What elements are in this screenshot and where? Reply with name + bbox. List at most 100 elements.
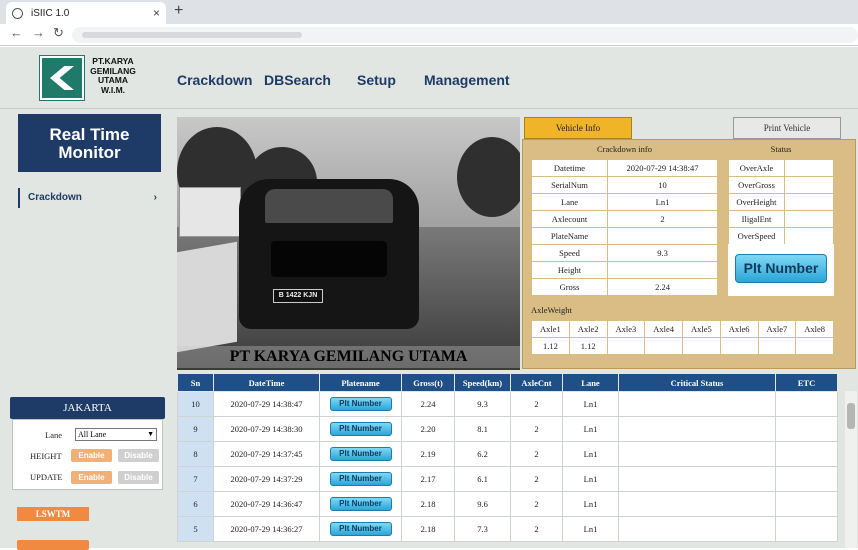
plate-number-button[interactable]: Plt Number (735, 254, 827, 283)
axle-header: Axle8 (795, 320, 834, 338)
info-value: 2020-07-29 14:38:47 (607, 159, 718, 177)
table-row[interactable]: 6 2020-07-29 14:36:47 Plt Number 2.18 9.6 2 Ln… (177, 491, 838, 517)
cell-axlecnt: 2 (510, 416, 563, 442)
cell-sn: 6 (177, 491, 214, 517)
info-value: 9.3 (607, 244, 718, 262)
crackdown-info-row: Lane Ln1 (531, 193, 718, 211)
tab-print-vehicle[interactable]: Print Vehicle (733, 117, 841, 139)
info-key: PlateName (531, 227, 608, 245)
cell-sn: 9 (177, 416, 214, 442)
url-input[interactable] (72, 27, 858, 43)
lane-label: Lane (45, 430, 62, 440)
cell-axlecnt: 2 (510, 391, 563, 417)
url-text-redacted (82, 32, 302, 38)
lswtm-button[interactable]: LSWTM (17, 507, 89, 521)
axle-header: Axle5 (682, 320, 721, 338)
table-row[interactable]: 10 2020-07-29 14:38:47 Plt Number 2.24 9.3 2 L… (177, 391, 838, 417)
cell-axlecnt: 2 (510, 516, 563, 542)
site-header: JAKARTA (10, 397, 165, 419)
crackdown-info-row: Speed 9.3 (531, 244, 718, 262)
scrollbar-thumb[interactable] (847, 403, 855, 429)
close-tab-icon[interactable]: × (153, 6, 160, 20)
nav-dbsearch[interactable]: DBSearch (264, 72, 331, 88)
cell-gross: 2.17 (401, 466, 455, 492)
crackdown-info-row: Axlecount 2 (531, 210, 718, 228)
cell-speed: 6.1 (454, 466, 511, 492)
cell-sn: 10 (177, 391, 214, 417)
new-tab-icon[interactable]: + (174, 2, 183, 20)
cell-speed: 9.6 (454, 491, 511, 517)
reload-icon[interactable]: ↻ (53, 25, 64, 41)
table-row[interactable]: 8 2020-07-29 14:37:45 Plt Number 2.19 6.2 2 Ln… (177, 441, 838, 467)
sidebar-item-crackdown[interactable]: Crackdown › (18, 188, 161, 208)
status-row: OverAxle (728, 159, 834, 177)
cell-platename: Plt Number (319, 516, 402, 542)
nav-crackdown[interactable]: Crackdown (177, 72, 252, 88)
crackdown-info-row: Gross 2.24 (531, 278, 718, 296)
back-icon[interactable]: ← (10, 25, 23, 40)
plate-number-button[interactable]: Plt Number (329, 422, 392, 436)
height-enable-button[interactable]: Enable (71, 449, 112, 462)
info-value (607, 227, 718, 245)
column-header: Gross(t) (401, 373, 455, 392)
axle-header: Axle1 (531, 320, 570, 338)
cell-lane: Ln1 (562, 466, 619, 492)
plate-number-button[interactable]: Plt Number (329, 522, 392, 536)
table-row[interactable]: 7 2020-07-29 14:37:29 Plt Number 2.17 6.1 2 Ln… (177, 466, 838, 492)
cell-datetime: 2020-07-29 14:37:29 (213, 466, 320, 492)
table-row[interactable]: 5 2020-07-29 14:36:27 Plt Number 2.18 7.3 2 Ln… (177, 516, 838, 542)
crackdown-info-row: Datetime 2020-07-29 14:38:47 (531, 159, 718, 177)
cell-critical-status (618, 441, 776, 467)
cell-sn: 7 (177, 466, 214, 492)
browser-tab[interactable]: iSIIC 1.0 × (6, 2, 166, 24)
cell-lane: Ln1 (562, 416, 619, 442)
cell-lane: Ln1 (562, 391, 619, 417)
chevron-right-icon: › (153, 192, 157, 203)
update-enable-button[interactable]: Enable (71, 471, 112, 484)
cell-axlecnt: 2 (510, 466, 563, 492)
axle-value (682, 337, 721, 355)
column-header: Critical Status (618, 373, 776, 392)
table-row[interactable]: 9 2020-07-29 14:38:30 Plt Number 2.20 8.1 2 Ln… (177, 416, 838, 442)
axle-value (757, 337, 797, 355)
status-value (784, 193, 834, 211)
cell-sn: 8 (177, 441, 214, 467)
tab-vehicle-info[interactable]: Vehicle Info (524, 117, 632, 139)
nav-management[interactable]: Management (424, 72, 510, 88)
cell-speed: 8.1 (454, 416, 511, 442)
column-header: AxleCnt (510, 373, 563, 392)
cell-etc (775, 441, 838, 467)
cell-axlecnt: 2 (510, 491, 563, 517)
height-disable-button[interactable]: Disable (118, 449, 159, 462)
cell-etc (775, 516, 838, 542)
plate-number-button[interactable]: Plt Number (329, 497, 392, 511)
vehicle-camera-image: B 1422 KJN (177, 117, 520, 370)
logout-button[interactable] (17, 540, 89, 550)
plate-number-button[interactable]: Plt Number (329, 472, 392, 486)
tab-title: iSIIC 1.0 (31, 7, 70, 19)
forward-icon[interactable]: → (32, 25, 45, 40)
cell-gross: 2.18 (401, 491, 455, 517)
cell-datetime: 2020-07-29 14:37:45 (213, 441, 320, 467)
nav-setup[interactable]: Setup (357, 72, 396, 88)
cell-lane: Ln1 (562, 516, 619, 542)
axle-value: 1.12 (568, 337, 608, 355)
update-disable-button[interactable]: Disable (118, 471, 159, 484)
cell-critical-status (618, 391, 776, 417)
axle-value: 1.12 (531, 337, 570, 355)
info-value: 2.24 (607, 278, 718, 296)
lane-select[interactable]: All Lane ▼ (75, 428, 157, 441)
plate-number-button[interactable]: Plt Number (329, 447, 392, 461)
company-line: W.I.M. (100, 84, 126, 95)
axle-weight-title: AxleWeight (531, 305, 572, 315)
axle-header: Axle3 (606, 320, 646, 338)
column-header: Platename (319, 373, 402, 392)
cell-lane: Ln1 (562, 441, 619, 467)
info-key: Axlecount (531, 210, 608, 228)
status-row: OverSpeed (728, 227, 834, 245)
axle-header: Axle4 (644, 320, 683, 338)
plate-number-button[interactable]: Plt Number (329, 397, 392, 411)
info-value (607, 261, 718, 279)
cell-platename: Plt Number (319, 441, 402, 467)
cell-etc (775, 491, 838, 517)
